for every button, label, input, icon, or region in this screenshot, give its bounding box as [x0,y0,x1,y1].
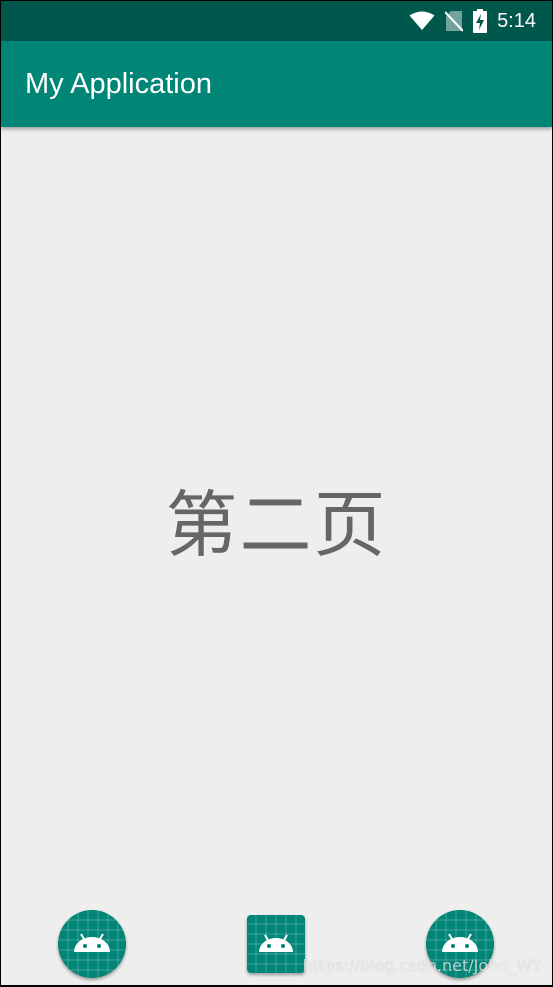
nav-item-1[interactable] [58,910,126,978]
status-time: 5:14 [497,9,536,32]
app-title: My Application [25,67,212,100]
android-launcher-square-icon [247,915,305,973]
android-launcher-round-icon [58,910,126,978]
status-bar: 5:14 [1,1,552,41]
no-sim-icon [445,10,464,32]
app-bar: My Application [1,41,552,127]
phone-screen: 5:14 My Application 第二页 https://blog.csd… [1,1,552,985]
bottom-nav: https://blog.csdn.net/John_WY [1,901,552,985]
watermark: https://blog.csdn.net/John_WY [302,956,542,975]
wifi-icon [409,11,435,31]
page-label: 第二页 [165,482,388,567]
nav-item-2[interactable] [247,915,305,973]
battery-charging-icon [473,9,488,33]
